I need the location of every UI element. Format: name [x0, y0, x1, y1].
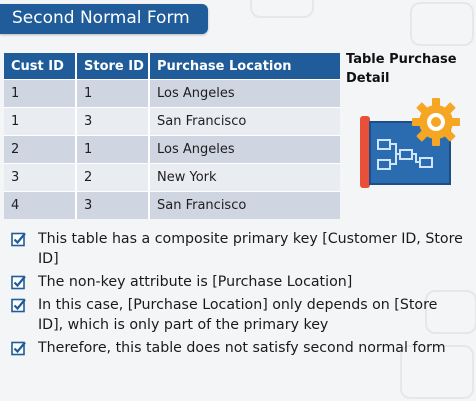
column-header: Store ID [76, 53, 150, 80]
table-cell: 4 [4, 191, 77, 219]
table-cell: 3 [76, 107, 150, 136]
blueprint-gear-icon [356, 92, 476, 192]
table-cell: New York [149, 163, 340, 192]
table-row: 4 3 San Francisco [4, 191, 340, 219]
table-cell: Los Angeles [149, 79, 340, 108]
background-doodle [410, 2, 474, 46]
table-cell: 3 [76, 191, 150, 219]
purchase-detail-table: Cust ID Store ID Purchase Location 1 1 L… [4, 53, 340, 219]
slide-title: Second Normal Form [12, 8, 190, 28]
bullet-list: This table has a composite primary key [… [10, 229, 465, 361]
slide-title-bar: Second Normal Form [0, 4, 208, 34]
list-item: The non-key attribute is [Purchase Locat… [10, 272, 465, 292]
checkbox-checked-icon [11, 298, 26, 313]
table-cell: 1 [76, 135, 150, 164]
bullet-text: This table has a composite primary key [… [38, 231, 463, 267]
column-header: Purchase Location [149, 53, 340, 80]
table-cell: 2 [76, 163, 150, 192]
table-cell: San Francisco [149, 191, 340, 219]
table-header-row: Cust ID Store ID Purchase Location [4, 53, 340, 80]
column-header: Cust ID [4, 53, 77, 80]
table-cell: Los Angeles [149, 135, 340, 164]
table-row: 1 3 San Francisco [4, 107, 340, 136]
list-item: In this case, [Purchase Location] only d… [10, 295, 465, 335]
bullet-text: Therefore, this table does not satisfy s… [38, 340, 446, 356]
table-cell: San Francisco [149, 107, 340, 136]
table-cell: 1 [76, 79, 150, 108]
table-row: 2 1 Los Angeles [4, 135, 340, 164]
list-item: This table has a composite primary key [… [10, 229, 465, 269]
bullet-text: The non-key attribute is [Purchase Locat… [38, 274, 353, 290]
table-cell: 2 [4, 135, 77, 164]
table-cell: 1 [4, 107, 77, 136]
checkbox-checked-icon [11, 232, 26, 247]
table-cell: 3 [4, 163, 77, 192]
table-caption: Table Purchase Detail [346, 52, 457, 86]
checkbox-checked-icon [11, 341, 26, 356]
table-cell: 1 [4, 79, 77, 108]
list-item: Therefore, this table does not satisfy s… [10, 338, 465, 358]
table-row: 3 2 New York [4, 163, 340, 192]
table-row: 1 1 Los Angeles [4, 79, 340, 108]
checkbox-checked-icon [11, 275, 26, 290]
background-doodle [250, 0, 314, 18]
bullet-text: In this case, [Purchase Location] only d… [38, 297, 438, 333]
